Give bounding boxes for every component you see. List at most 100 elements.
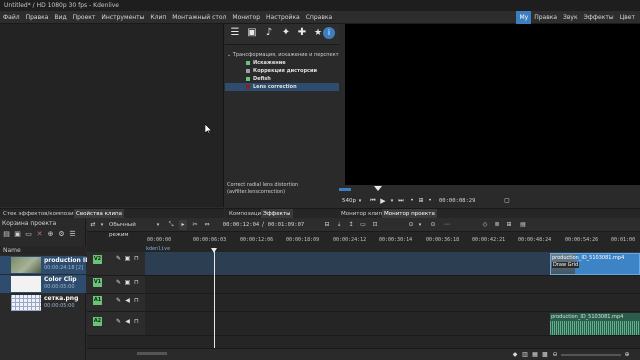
edit-icon[interactable]: ✎	[115, 317, 122, 326]
speaker-icon[interactable]: ◀	[124, 296, 131, 305]
effects-group-transform[interactable]: ⌄ Трансформация, искажение и перспекти	[225, 51, 342, 59]
effect-item-defish[interactable]: Defish	[225, 75, 339, 83]
menu-edit[interactable]: Правка	[23, 11, 52, 24]
horizontal-scrollbar[interactable]	[137, 352, 167, 355]
hamburger-menu-icon[interactable]: ☰	[68, 229, 77, 240]
timeline-playhead[interactable]	[214, 248, 215, 360]
split-icon[interactable]: ⇣	[335, 220, 343, 230]
monitor-playhead[interactable]	[374, 186, 382, 191]
grid-icon[interactable]: ⊞	[417, 195, 425, 207]
track-name[interactable]: V1	[93, 278, 102, 287]
display-menu-icon[interactable]: ▤	[519, 220, 527, 230]
keyframe-icon[interactable]: ◆	[511, 350, 519, 360]
fullscreen-icon[interactable]: ▢	[503, 195, 511, 207]
track-lane-a1[interactable]	[145, 294, 640, 312]
keyframes-icon[interactable]: ◇	[481, 220, 489, 230]
zoom-in-icon[interactable]: ⊕	[623, 350, 631, 360]
menu-settings[interactable]: Настройка	[263, 11, 303, 24]
workspace-tab-color[interactable]: Цвет	[617, 11, 638, 24]
add-icon[interactable]: ⊕	[46, 229, 55, 240]
zoom-slider[interactable]	[561, 354, 621, 356]
track-menu-icon[interactable]: ⇄	[89, 220, 97, 230]
audio-effects-icon[interactable]: ♪	[262, 26, 276, 40]
film-icon[interactable]: ▣	[124, 278, 131, 287]
insert-icon[interactable]: ⊡	[371, 220, 379, 230]
menu-project[interactable]: Проект	[70, 11, 99, 24]
audio-target-icon[interactable]: ⊙	[407, 220, 415, 230]
track-name[interactable]: V2	[93, 255, 102, 264]
select-tool-icon[interactable]: ⤡	[167, 220, 175, 230]
lock-icon[interactable]: ⊓	[133, 317, 140, 326]
layers-icon[interactable]: ▥	[521, 350, 529, 360]
workspace-tab-edit[interactable]: Правка	[531, 11, 560, 24]
monitor-timecode[interactable]: 00:00:08:29	[439, 196, 501, 206]
menu-file[interactable]: Файл	[0, 11, 23, 24]
bin-item-grid-image[interactable]: сетка.png 00:00:05:00	[0, 294, 86, 312]
edit-mode-select[interactable]: Обычный режим	[109, 220, 155, 238]
forward-end-icon[interactable]: ⏭	[397, 195, 405, 207]
clip-effect-tag[interactable]: Draw Grid	[552, 262, 580, 268]
edit-icon[interactable]: ✎	[115, 278, 122, 287]
menu-help[interactable]: Справка	[303, 11, 335, 24]
edit-icon[interactable]: ✎	[115, 254, 122, 263]
more-menu-icon[interactable]: ⋯	[443, 220, 451, 230]
rewind-start-icon[interactable]: ⏮	[369, 195, 377, 207]
bin-column-header[interactable]: Name	[0, 246, 86, 255]
lock-icon[interactable]: ⊓	[133, 296, 140, 305]
play-menu-chevron-icon[interactable]: ▾	[389, 195, 395, 207]
track-header-a2[interactable]: A2 ✎ ◀ ⊓	[87, 312, 145, 336]
effect-item-lens-correction[interactable]: Lens correction	[225, 83, 339, 91]
track-name[interactable]: A2	[93, 317, 102, 326]
folder-icon[interactable]: ▭	[24, 229, 33, 240]
custom-effects-icon[interactable]: ✦	[279, 26, 293, 40]
track-name[interactable]: A1	[93, 296, 102, 305]
speaker-icon[interactable]: ◀	[124, 317, 131, 326]
overwrite-icon[interactable]: ▭	[359, 220, 367, 230]
menu-tools[interactable]: Инструменты	[98, 11, 147, 24]
dot-icon[interactable]: •	[409, 195, 415, 207]
timeline-video-clip[interactable]: production_ID_5103081.mp4 Draw Grid	[550, 253, 640, 275]
clip-settings-icon[interactable]: ⚙	[57, 229, 66, 240]
film-icon[interactable]: ▣	[124, 254, 131, 263]
fit-zoom-icon[interactable]: ⊙	[429, 220, 437, 230]
lock-icon[interactable]: ⊓	[133, 254, 140, 263]
play-icon[interactable]: ▶	[379, 195, 387, 207]
group-icon[interactable]: ⊞	[505, 220, 513, 230]
video-effects-icon[interactable]: ▣	[245, 26, 259, 40]
track-lane-v1[interactable]	[145, 276, 640, 294]
zoom-out-icon[interactable]: ⊖	[551, 350, 559, 360]
menu-monitor[interactable]: Монитор	[229, 11, 263, 24]
spacer-tool-icon[interactable]: ⇔	[203, 220, 211, 230]
razor-tool-icon[interactable]: ✂	[191, 220, 199, 230]
snap-icon[interactable]: ⊟	[323, 220, 331, 230]
chevron-down-icon[interactable]: ▾	[155, 220, 161, 230]
stack-icon[interactable]: ≣	[493, 220, 501, 230]
plugin-effects-icon[interactable]: ✚	[295, 26, 309, 40]
workspace-tab-effects[interactable]: Эффекты	[581, 11, 617, 24]
film-icon[interactable]: ▦	[531, 350, 539, 360]
effect-item-lens-distortion[interactable]: Коррекция дисторсии	[225, 67, 339, 75]
dot-icon[interactable]: •	[427, 195, 433, 207]
track-lane-a2[interactable]: production_ID_5103081.mp4	[145, 312, 640, 336]
add-clip-icon[interactable]: ▤	[2, 229, 11, 240]
track-header-v2[interactable]: V2 ✎ ▣ ⊓	[87, 252, 145, 276]
info-icon[interactable]: i	[323, 27, 335, 39]
workspace-tab-audio[interactable]: Звук	[560, 11, 581, 24]
workspace-tab-my[interactable]: Мy	[516, 11, 532, 24]
lock-icon[interactable]: ⊓	[133, 278, 140, 287]
menu-timeline[interactable]: Монтажный стол	[169, 11, 229, 24]
timeline-audio-clip[interactable]: production_ID_5103081.mp4	[550, 313, 640, 335]
chevron-down-icon[interactable]: ▾	[99, 220, 105, 230]
menu-view[interactable]: Вид	[51, 11, 69, 24]
list-view-icon[interactable]: ☰	[228, 26, 242, 40]
chevron-down-icon[interactable]: ▾	[357, 195, 363, 207]
pointer-tool-icon[interactable]: ▸	[179, 220, 187, 230]
wave-icon[interactable]: ▩	[541, 350, 549, 360]
monitor-screen[interactable]	[345, 24, 640, 185]
bin-item-color-clip[interactable]: Color Clip 00:00:05:00	[0, 275, 86, 293]
bin-item-production-id[interactable]: production ID 00:00:24:18 [2]	[0, 256, 90, 274]
zoom-select[interactable]: 540p	[341, 195, 357, 207]
lift-icon[interactable]: ↥	[347, 220, 355, 230]
monitor-ruler[interactable]	[339, 187, 640, 195]
track-lane-v2[interactable]: production_ID_5103081.mp4 Draw Grid	[145, 252, 640, 276]
